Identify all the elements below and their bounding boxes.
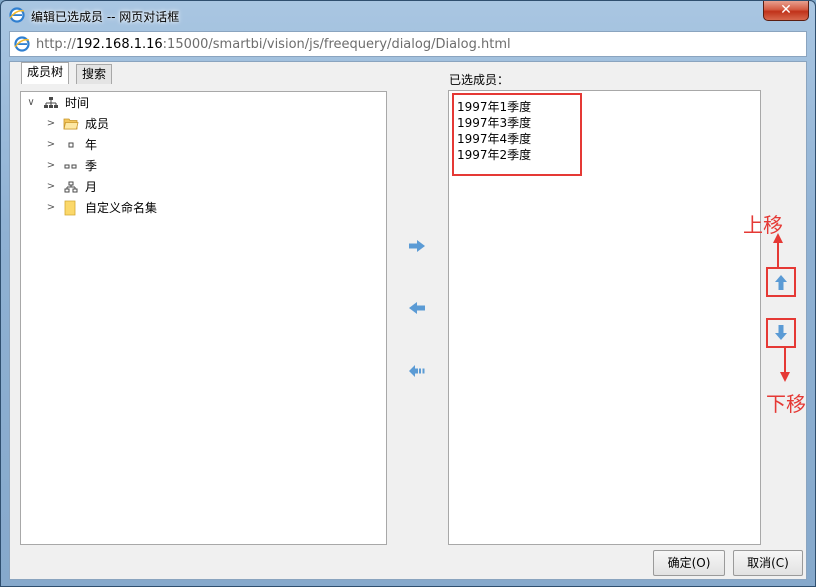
tree-node-label: 时间 (65, 96, 90, 110)
ie-icon (9, 7, 25, 23)
title-bar[interactable]: 编辑已选成员 -- 网页对话框 ✕ (1, 1, 815, 31)
folder-icon (64, 200, 76, 216)
tab-label: 成员树 (27, 65, 64, 79)
chevron-right-icon[interactable]: > (45, 198, 57, 218)
level-dot-icon (68, 142, 74, 148)
annotation-arrow-down-icon (780, 348, 790, 382)
tree-node-label: 季 (85, 159, 98, 173)
chevron-right-icon[interactable]: > (45, 156, 57, 176)
annotation-arrow-up-icon (773, 233, 783, 267)
url-path: :15000/smartbi/vision/js/freequery/dialo… (162, 37, 511, 52)
chevron-down-icon[interactable]: ∨ (25, 93, 37, 113)
close-button[interactable]: ✕ (763, 1, 809, 21)
remove-arrow-icon[interactable] (408, 301, 426, 315)
move-down-annotation: 下移 (766, 392, 806, 416)
arrow-down-icon (775, 325, 787, 340)
remove-all-arrow-icon[interactable] (408, 364, 426, 378)
close-icon: ✕ (780, 2, 792, 18)
tree-node-label: 年 (85, 138, 98, 152)
member-tree-panel: ∨ 时间 > 成员 > 年 > 季 > 月 > 自定义命名集 (20, 91, 387, 545)
url-host: 192.168.1.16 (75, 37, 163, 52)
tree-node-label: 月 (85, 180, 98, 194)
url-prefix: http:// (36, 37, 76, 52)
chevron-right-icon[interactable]: > (45, 114, 57, 134)
ok-button[interactable]: 确定(O) (653, 550, 725, 576)
hierarchy-icon (44, 97, 58, 108)
tab-member-tree[interactable]: 成员树 (21, 62, 70, 84)
move-up-button[interactable] (766, 267, 796, 297)
folder-open-icon (63, 118, 79, 130)
tree-node-label: 自定义命名集 (85, 201, 158, 215)
arrow-up-icon (775, 275, 787, 290)
selected-members-list[interactable]: 1997年1季度 1997年3季度 1997年4季度 1997年2季度 (448, 90, 761, 545)
address-url: http://192.168.1.16:15000/smartbi/vision… (36, 37, 511, 52)
highlight-box (452, 93, 582, 176)
cancel-button[interactable]: 取消(C) (733, 550, 803, 576)
dialog-content: 成员树 搜索 ∨ 时间 > 成员 > 年 > 季 > 月 > 自定义命名集 已选… (9, 61, 807, 580)
selected-members-label: 已选成员： (449, 73, 510, 87)
address-bar: http://192.168.1.16:15000/smartbi/vision… (9, 31, 807, 57)
add-arrow-icon[interactable] (408, 239, 426, 253)
chevron-right-icon[interactable]: > (45, 135, 57, 155)
dialog-window: 编辑已选成员 -- 网页对话框 ✕ http://192.168.1.16:15… (0, 0, 816, 587)
move-down-button[interactable] (766, 318, 796, 348)
window-title: 编辑已选成员 -- 网页对话框 (31, 10, 180, 24)
tree-node-label: 成员 (85, 117, 110, 131)
ie-page-icon (14, 36, 30, 52)
tab-search[interactable]: 搜索 (76, 64, 113, 84)
tab-label: 搜索 (82, 67, 107, 81)
hierarchy-small-icon (64, 181, 78, 193)
chevron-right-icon[interactable]: > (45, 177, 57, 197)
level-twodots-icon (64, 164, 77, 169)
